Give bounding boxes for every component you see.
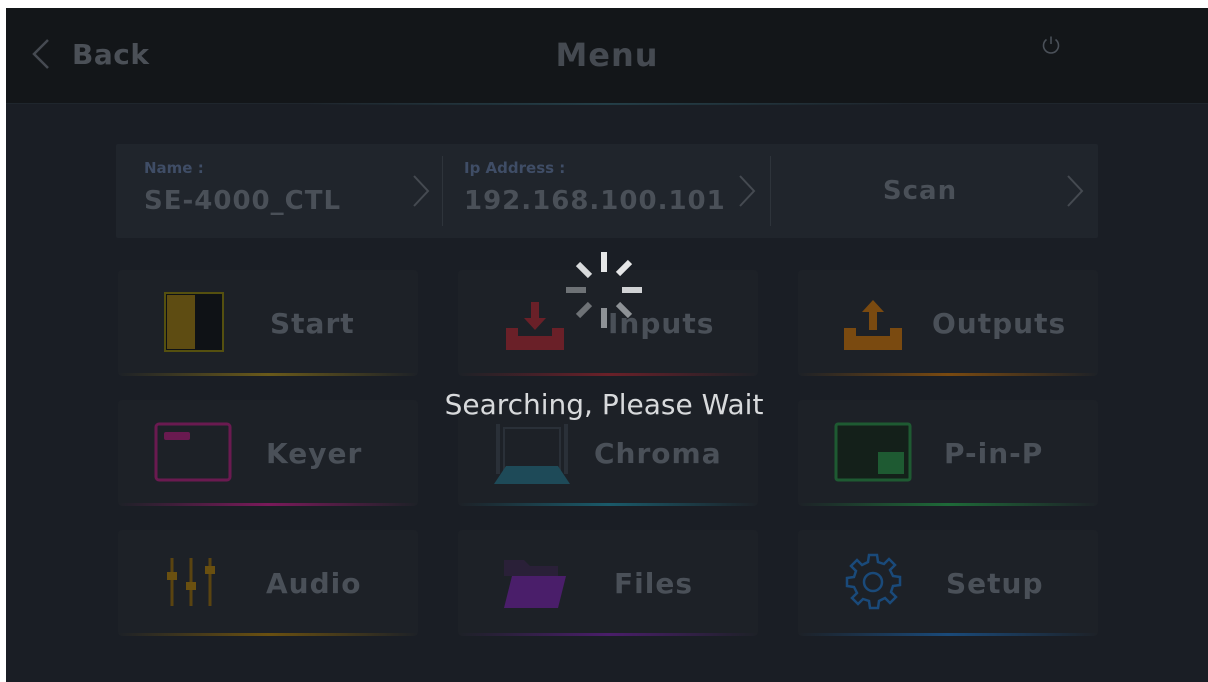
upload-tray-icon (844, 300, 902, 350)
scan-button[interactable]: Scan (770, 144, 1098, 238)
tile-keyer[interactable]: Keyer (118, 400, 418, 506)
tile-accent (458, 633, 758, 636)
chevron-right-icon (739, 175, 756, 207)
tile-start[interactable]: Start (118, 270, 418, 376)
device-name-caption: Name : (144, 159, 204, 177)
top-bar: Back Menu (6, 8, 1208, 105)
tile-label: Outputs (932, 306, 1067, 340)
tile-accent (458, 503, 758, 506)
tile-label: Files (614, 566, 693, 600)
device-name-value: SE-4000_CTL (144, 186, 342, 216)
tile-audio[interactable]: Audio (118, 530, 418, 636)
chevron-right-icon (1067, 175, 1084, 207)
device-info-bar: Name : SE-4000_CTL Ip Address : 192.168.… (116, 144, 1098, 238)
tile-setup[interactable]: Setup (798, 530, 1098, 636)
tile-accent (118, 503, 418, 506)
tile-accent (458, 373, 758, 376)
tile-p-in-p[interactable]: P-in-P (798, 400, 1098, 506)
tile-chroma[interactable]: Chroma (458, 400, 758, 506)
tile-accent (118, 373, 418, 376)
device-name-field[interactable]: Name : SE-4000_CTL (116, 144, 442, 238)
download-tray-icon (506, 302, 564, 350)
menu-screen: Back Menu Name : SE-4000_CTL Ip Address … (6, 8, 1208, 682)
top-bar-glow (306, 103, 906, 105)
tile-label: Audio (266, 566, 362, 600)
ip-address-field[interactable]: Ip Address : 192.168.100.101 (442, 144, 770, 238)
tile-accent (798, 633, 1098, 636)
ip-address-value: 192.168.100.101 (464, 186, 726, 216)
tile-accent (798, 373, 1098, 376)
chroma-screen-icon (494, 424, 570, 484)
tile-inputs[interactable]: Inputs (458, 270, 758, 376)
scan-label: Scan (882, 176, 958, 206)
tile-files[interactable]: Files (458, 530, 758, 636)
tile-outputs[interactable]: Outputs (798, 270, 1098, 376)
chevron-right-icon (413, 175, 430, 207)
power-icon[interactable] (1040, 34, 1062, 56)
ip-address-caption: Ip Address : (464, 159, 566, 177)
folder-icon (504, 560, 566, 608)
tile-label: Setup (946, 566, 1044, 600)
tile-accent (118, 633, 418, 636)
audio-faders-icon (167, 558, 215, 606)
page-title: Menu (555, 36, 659, 74)
tile-label: Keyer (266, 436, 363, 470)
tile-label: P-in-P (944, 436, 1044, 470)
gear-icon (845, 553, 902, 610)
tile-label: Chroma (594, 436, 722, 470)
picture-in-picture-icon (834, 422, 912, 482)
tile-label: Start (270, 306, 355, 340)
tile-accent (798, 503, 1098, 506)
keyer-window-icon (154, 422, 232, 482)
start-panel-icon (164, 292, 224, 352)
tile-label: Inputs (608, 306, 715, 340)
